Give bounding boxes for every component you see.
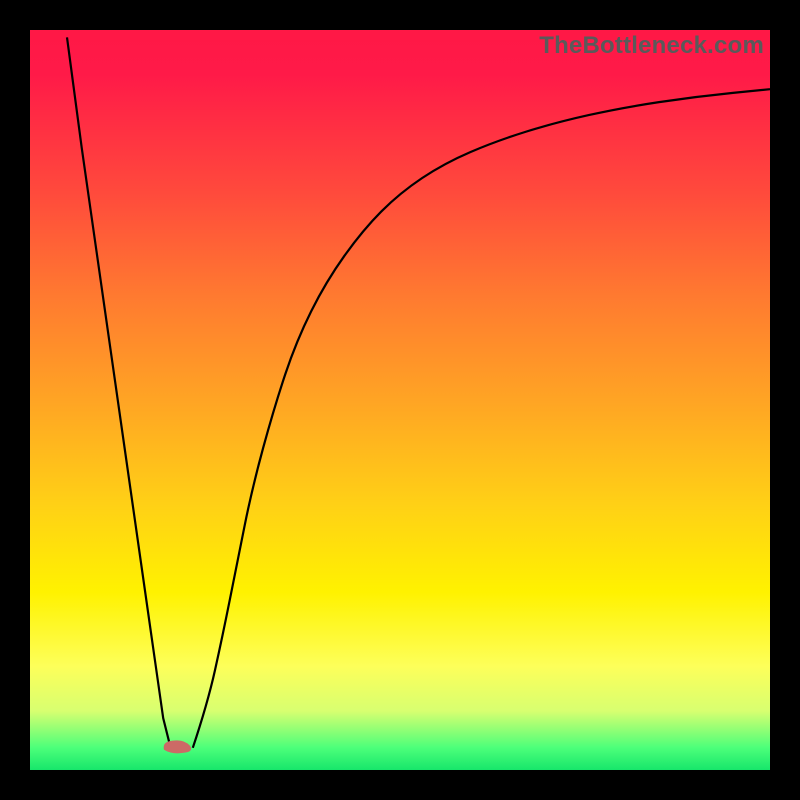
- valley-marker: [164, 740, 191, 753]
- chart-frame: TheBottleneck.com: [0, 0, 800, 800]
- curve-layer: [30, 30, 770, 770]
- curve-left-branch: [67, 37, 171, 747]
- curve-right-branch: [193, 89, 770, 748]
- plot-area: TheBottleneck.com: [30, 30, 770, 770]
